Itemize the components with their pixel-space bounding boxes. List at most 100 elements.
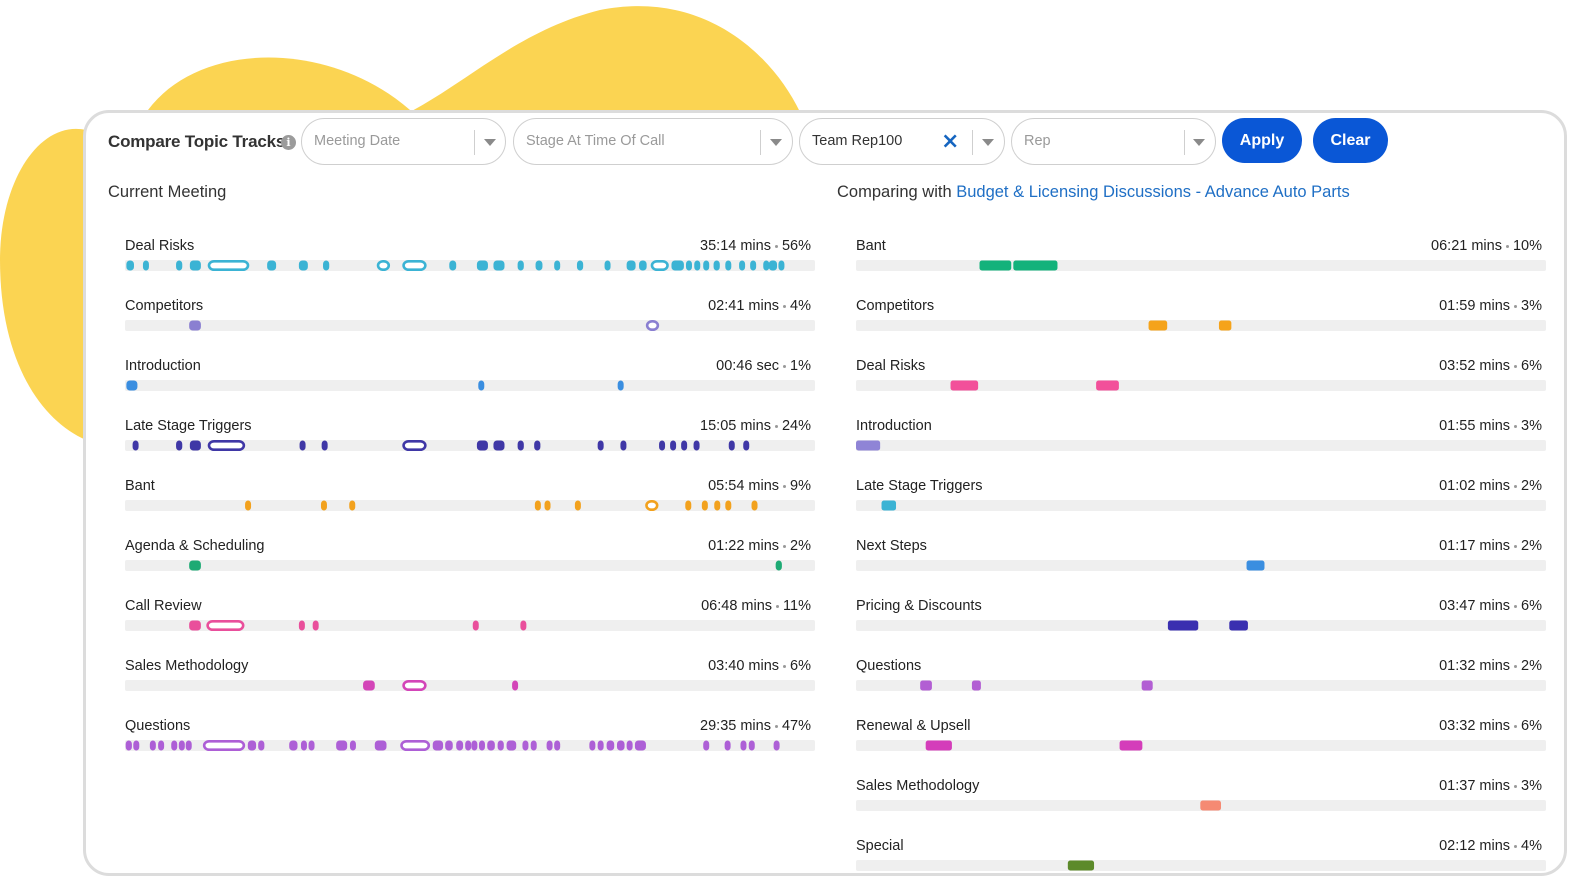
topic-track-competitors[interactable]: Competitors 02:41 mins 4%	[125, 298, 815, 338]
topic-segment[interactable]	[639, 260, 647, 271]
topic-segment[interactable]	[1119, 740, 1143, 751]
topic-segment[interactable]	[1246, 560, 1265, 571]
topic-track-next-steps[interactable]: Next Steps 01:17 mins 2%	[856, 538, 1546, 578]
topic-segment[interactable]	[432, 740, 444, 751]
topic-segment[interactable]	[1218, 320, 1232, 331]
topic-segment[interactable]	[207, 439, 246, 451]
topic-segment[interactable]	[626, 260, 636, 271]
topic-segment[interactable]	[1096, 380, 1119, 391]
topic-segment[interactable]	[616, 740, 625, 751]
topic-segment[interactable]	[298, 620, 305, 631]
clear-button[interactable]: Clear	[1313, 118, 1388, 163]
topic-segment[interactable]	[535, 260, 543, 271]
topic-segment[interactable]	[206, 619, 245, 631]
topic-segment[interactable]	[300, 740, 307, 751]
topic-segment[interactable]	[349, 740, 356, 751]
topic-segment[interactable]	[478, 380, 485, 391]
topic-track-deal-risks[interactable]: Deal Risks 03:52 mins 6%	[856, 358, 1546, 398]
topic-segment[interactable]	[576, 260, 584, 271]
topic-segment[interactable]	[597, 440, 604, 451]
topic-segment[interactable]	[189, 560, 201, 571]
topic-segment[interactable]	[298, 260, 308, 271]
topic-segment[interactable]	[189, 440, 201, 451]
topic-segment[interactable]	[1013, 260, 1058, 271]
topic-segment[interactable]	[763, 260, 770, 271]
topic-segment[interactable]	[476, 440, 488, 451]
topic-segment[interactable]	[534, 440, 541, 451]
topic-segment[interactable]	[693, 440, 700, 451]
topic-segment[interactable]	[142, 260, 149, 271]
topic-segment[interactable]	[685, 260, 692, 271]
topic-segment[interactable]	[739, 260, 746, 271]
topic-segment[interactable]	[493, 260, 505, 271]
topic-segment[interactable]	[530, 740, 537, 751]
topic-segment[interactable]	[554, 260, 561, 271]
topic-segment[interactable]	[659, 440, 666, 451]
topic-segment[interactable]	[178, 740, 185, 751]
topic-track-agenda-and-scheduling[interactable]: Agenda & Scheduling 01:22 mins 2%	[125, 538, 815, 578]
topic-segment[interactable]	[750, 260, 757, 271]
clear-selection-icon[interactable]: ×	[941, 128, 959, 156]
topic-segment[interactable]	[671, 260, 684, 271]
topic-segment[interactable]	[751, 500, 758, 511]
topic-segment[interactable]	[701, 500, 708, 511]
topic-segment[interactable]	[778, 260, 785, 271]
chevron-down-icon[interactable]	[770, 139, 782, 146]
topic-segment[interactable]	[245, 500, 252, 511]
topic-segment[interactable]	[258, 740, 265, 751]
topic-track-deal-risks[interactable]: Deal Risks 35:14 mins 56%	[125, 238, 815, 278]
topic-segment[interactable]	[626, 740, 633, 751]
topic-segment[interactable]	[703, 740, 710, 751]
topic-segment[interactable]	[456, 740, 464, 751]
topic-segment[interactable]	[493, 440, 505, 451]
topic-segment[interactable]	[202, 739, 246, 751]
topic-segment[interactable]	[506, 740, 517, 751]
topic-segment[interactable]	[189, 260, 201, 271]
topic-track-introduction[interactable]: Introduction 00:46 sec 1%	[125, 358, 815, 398]
topic-segment[interactable]	[132, 440, 139, 451]
topic-segment[interactable]	[1229, 620, 1248, 631]
topic-segment[interactable]	[743, 440, 750, 451]
topic-segment[interactable]	[856, 440, 881, 451]
topic-segment[interactable]	[728, 440, 735, 451]
topic-track-competitors[interactable]: Competitors 01:59 mins 3%	[856, 298, 1546, 338]
topic-segment[interactable]	[374, 740, 387, 751]
topic-track-introduction[interactable]: Introduction 01:55 mins 3%	[856, 418, 1546, 458]
topic-track-questions[interactable]: Questions 01:32 mins 2%	[856, 658, 1546, 698]
info-icon[interactable]: i	[281, 135, 296, 150]
topic-segment[interactable]	[534, 500, 541, 511]
topic-segment[interactable]	[171, 740, 178, 751]
topic-track-sales-methodology[interactable]: Sales Methodology 01:37 mins 3%	[856, 778, 1546, 818]
topic-segment[interactable]	[517, 260, 524, 271]
compared-meeting-link[interactable]: Budget & Licensing Discussions - Advance…	[956, 183, 1349, 201]
topic-segment[interactable]	[1200, 800, 1222, 811]
topic-segment[interactable]	[950, 380, 979, 391]
topic-segment[interactable]	[402, 259, 427, 271]
topic-segment[interactable]	[402, 679, 427, 691]
topic-track-sales-methodology[interactable]: Sales Methodology 03:40 mins 6%	[125, 658, 815, 698]
topic-track-bant[interactable]: Bant 05:54 mins 9%	[125, 478, 815, 518]
topic-segment[interactable]	[512, 680, 519, 691]
rep-filter[interactable]: Rep	[1011, 118, 1216, 165]
topic-track-late-stage-triggers[interactable]: Late Stage Triggers 01:02 mins 2%	[856, 478, 1546, 518]
topic-segment[interactable]	[497, 740, 504, 751]
topic-segment[interactable]	[321, 440, 328, 451]
topic-segment[interactable]	[267, 260, 277, 271]
topic-segment[interactable]	[620, 440, 627, 451]
topic-segment[interactable]	[308, 740, 315, 751]
topic-segment[interactable]	[881, 500, 897, 511]
topic-segment[interactable]	[472, 620, 479, 631]
topic-segment[interactable]	[1067, 860, 1095, 871]
topic-segment[interactable]	[189, 620, 201, 631]
topic-segment[interactable]	[320, 500, 327, 511]
topic-segment[interactable]	[363, 680, 375, 691]
topic-segment[interactable]	[670, 440, 677, 451]
topic-segment[interactable]	[520, 620, 527, 631]
topic-segment[interactable]	[522, 740, 529, 751]
topic-segment[interactable]	[176, 440, 183, 451]
topic-segment[interactable]	[597, 740, 604, 751]
topic-segment[interactable]	[133, 740, 140, 751]
topic-segment[interactable]	[979, 260, 1012, 271]
topic-segment[interactable]	[703, 260, 710, 271]
topic-segment[interactable]	[126, 380, 138, 391]
